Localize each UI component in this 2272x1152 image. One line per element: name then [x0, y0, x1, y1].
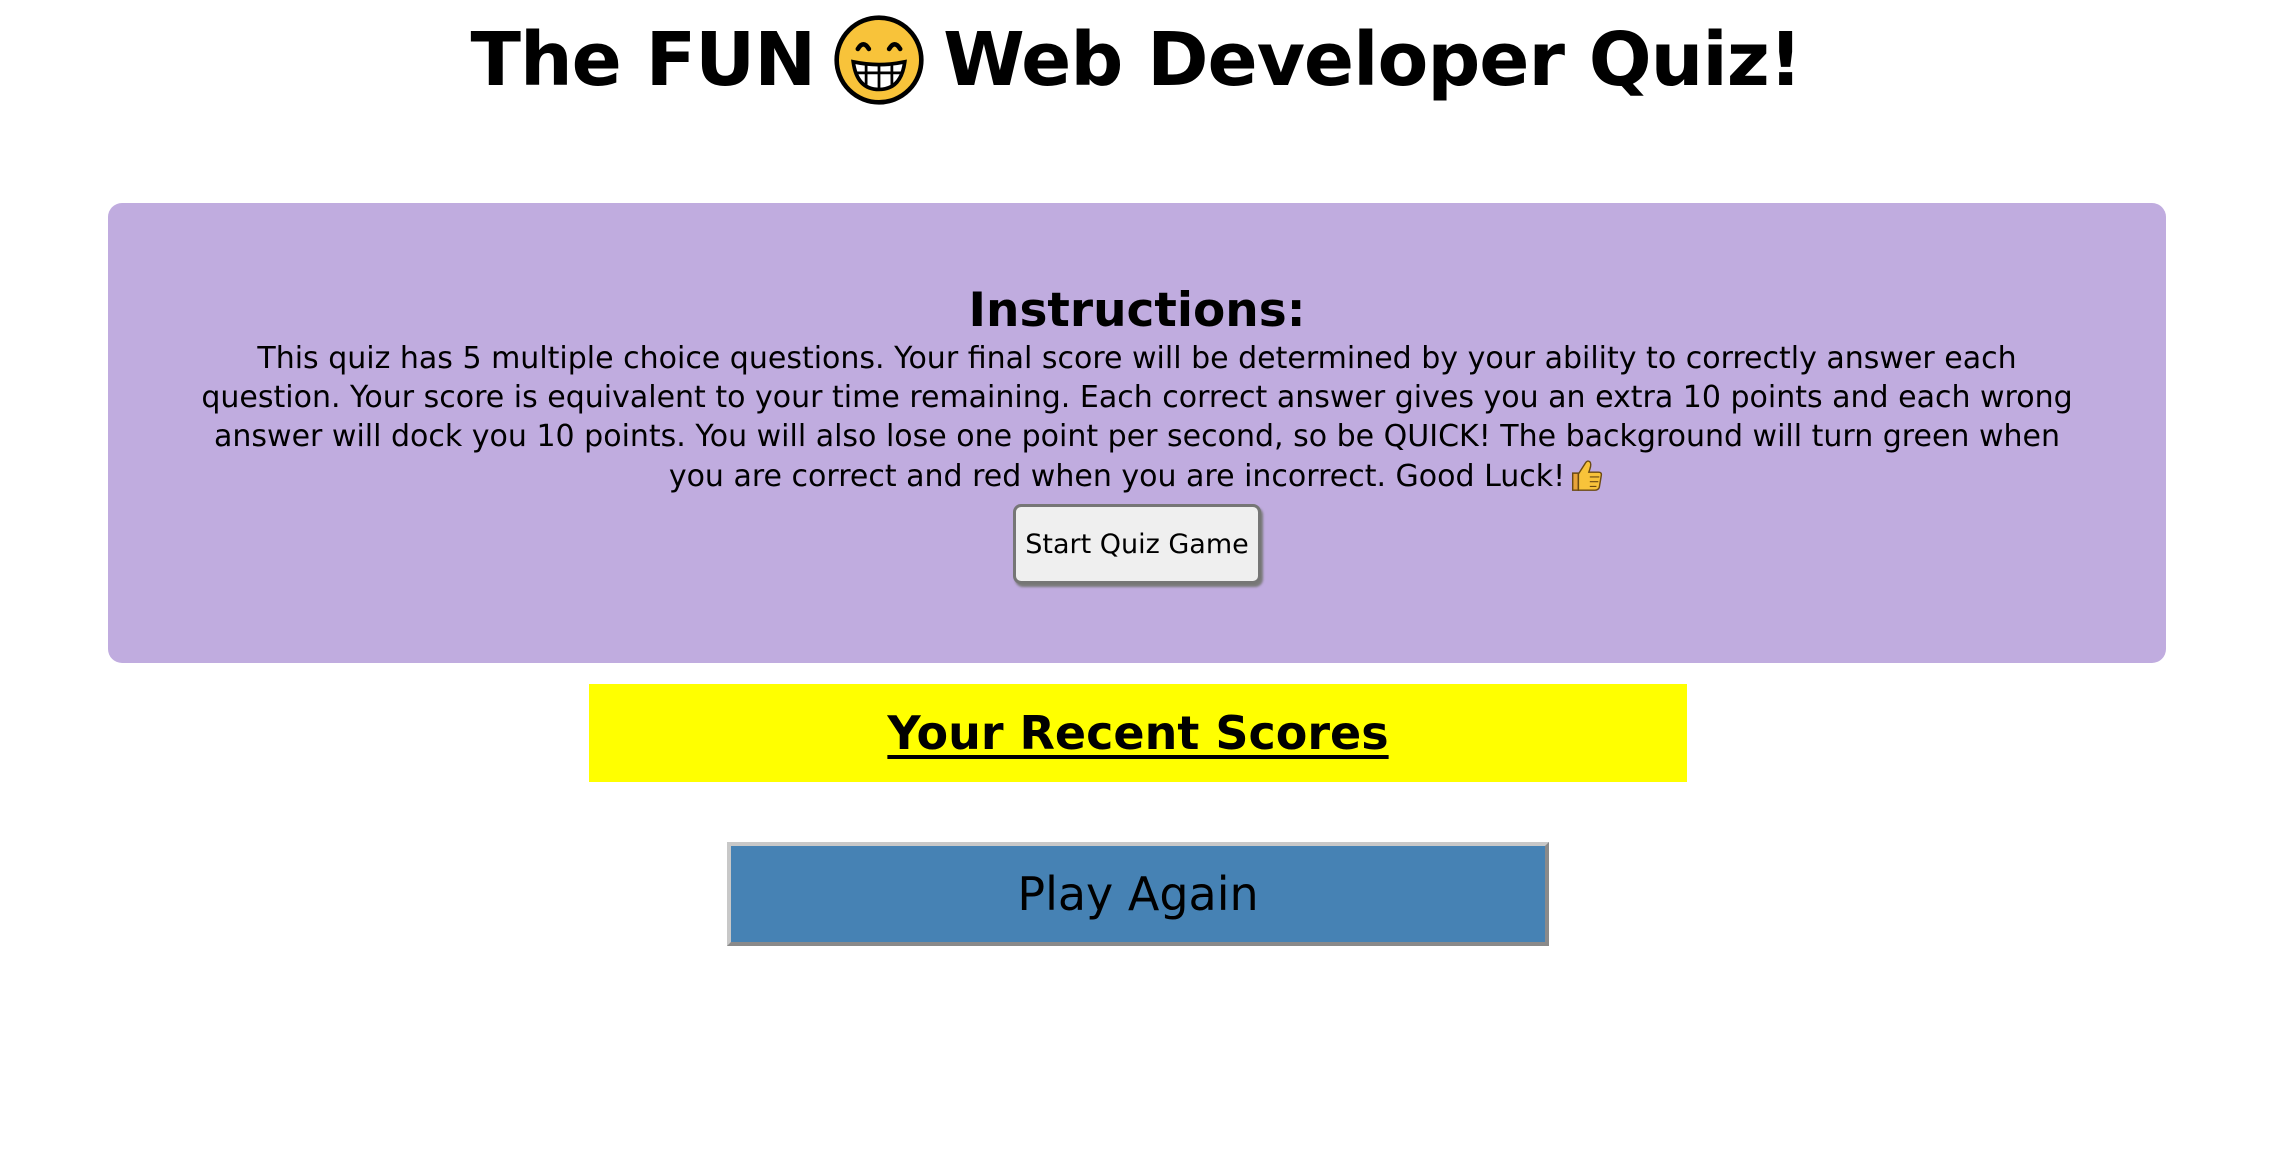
instructions-panel: Instructions: This quiz has 5 multiple c… — [108, 203, 2166, 663]
recent-scores-banner: Your Recent Scores — [589, 684, 1687, 782]
instructions-heading: Instructions: — [968, 283, 1306, 338]
recent-scores-title: Your Recent Scores — [887, 706, 1389, 760]
instructions-body-text: This quiz has 5 multiple choice question… — [201, 341, 2073, 494]
instructions-text: This quiz has 5 multiple choice question… — [190, 339, 2084, 496]
grinning-face-icon — [834, 15, 924, 105]
start-quiz-button[interactable]: Start Quiz Game — [1013, 504, 1261, 584]
play-again-button[interactable]: Play Again — [727, 842, 1549, 946]
title-text-before: The FUN — [470, 17, 816, 103]
quiz-page: The FUN Web Developer Quiz! Instructions… — [0, 0, 2272, 1152]
page-title: The FUN Web Developer Quiz! — [0, 0, 2272, 120]
thumbs-up-icon — [1572, 460, 1603, 491]
title-text-after: Web Developer Quiz! — [943, 17, 1802, 103]
